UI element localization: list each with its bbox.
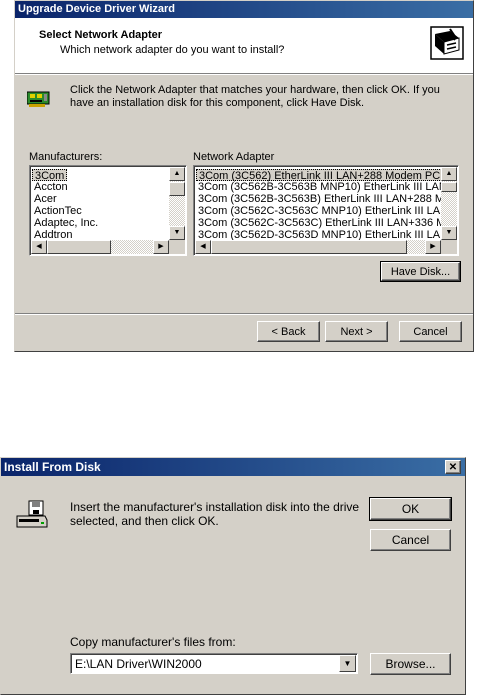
list-item[interactable]: Accton — [32, 181, 98, 193]
manufacturers-listbox[interactable]: 3Com Accton Acer ActionTec Adaptec, Inc.… — [29, 165, 187, 256]
list-item[interactable]: 3Com (3C562) EtherLink III LAN+288 Modem… — [196, 169, 441, 182]
disk-cancel-button[interactable]: Cancel — [370, 529, 451, 551]
scroll-right-icon[interactable]: ▶ — [425, 240, 441, 254]
list-item[interactable]: 3Com (3C562C-3C563C MNP10) EtherLink III… — [196, 205, 441, 217]
list-item[interactable]: 3Com (3C562C-3C563C) EtherLink III LAN+3… — [196, 217, 441, 229]
disk-dialog-titlebar[interactable]: Install From Disk — [1, 458, 465, 476]
list-item[interactable]: ActionTec — [32, 205, 98, 217]
wizard-header-subtitle: Which network adapter do you want to ins… — [60, 44, 285, 56]
scroll-corner — [169, 240, 185, 254]
manufacturers-label: Manufacturers: — [29, 151, 103, 163]
network-adapter-listbox[interactable]: 3Com (3C562) EtherLink III LAN+288 Modem… — [193, 165, 459, 256]
source-path-combobox[interactable]: E:\LAN Driver\WIN2000 ▼ — [70, 653, 358, 674]
browse-button[interactable]: Browse... — [370, 653, 451, 675]
scroll-thumb[interactable] — [211, 240, 407, 254]
scroll-right-icon[interactable]: ▶ — [153, 240, 169, 254]
scroll-down-icon[interactable]: ▼ — [169, 226, 185, 240]
disk-drive-icon — [16, 500, 48, 528]
header-divider — [15, 73, 473, 75]
back-button[interactable]: < Back — [257, 321, 320, 342]
cancel-button[interactable]: Cancel — [399, 321, 462, 342]
disk-dialog-message: Insert the manufacturer's installation d… — [70, 500, 360, 528]
wizard-instruction: Click the Network Adapter that matches y… — [70, 84, 440, 109]
next-button[interactable]: Next > — [325, 321, 388, 342]
manufacturers-hscrollbar[interactable]: ◀ ▶ — [31, 240, 169, 254]
scroll-thumb[interactable] — [441, 182, 457, 192]
wizard-titlebar[interactable]: Upgrade Device Driver Wizard — [15, 1, 473, 18]
wizard-header: Select Network Adapter Which network ada… — [15, 18, 473, 73]
scroll-up-icon[interactable]: ▲ — [169, 167, 185, 181]
scroll-down-icon[interactable]: ▼ — [441, 226, 457, 240]
close-icon[interactable]: ✕ — [445, 460, 461, 474]
source-path-value[interactable]: E:\LAN Driver\WIN2000 — [75, 657, 202, 671]
list-item[interactable]: 3Com (3C562B-3C563B MNP10) EtherLink III… — [196, 181, 441, 193]
have-disk-button[interactable]: Have Disk... — [380, 261, 461, 282]
ok-button[interactable]: OK — [369, 497, 452, 521]
chevron-down-icon[interactable]: ▼ — [339, 655, 356, 672]
network-card-icon — [27, 91, 50, 107]
scroll-thumb[interactable] — [169, 182, 185, 196]
list-item[interactable]: 3Com (3C562B-3C563B) EtherLink III LAN+2… — [196, 193, 441, 205]
list-item[interactable]: 3Com — [32, 169, 68, 182]
manufacturers-vscrollbar[interactable]: ▲ ▼ — [169, 167, 185, 240]
adapters-hscrollbar[interactable]: ◀ ▶ — [195, 240, 441, 254]
scroll-thumb[interactable] — [47, 240, 111, 254]
upgrade-driver-wizard-window: Upgrade Device Driver Wizard Select Netw… — [14, 0, 474, 352]
scroll-left-icon[interactable]: ◀ — [195, 240, 211, 254]
footer-divider — [15, 313, 473, 315]
list-item[interactable]: Acer — [32, 193, 98, 205]
copy-files-label: Copy manufacturer's files from: — [70, 635, 236, 649]
wizard-header-title: Select Network Adapter — [39, 29, 163, 41]
adapters-vscrollbar[interactable]: ▲ ▼ — [441, 167, 457, 240]
network-adapter-label: Network Adapter — [193, 151, 275, 163]
list-item[interactable]: Adaptec, Inc. — [32, 217, 98, 229]
scroll-corner — [441, 240, 457, 254]
scroll-left-icon[interactable]: ◀ — [31, 240, 47, 254]
install-from-disk-dialog: Install From Disk ✕ Insert the manufactu… — [0, 457, 466, 695]
hardware-wizard-icon — [430, 26, 464, 60]
scroll-up-icon[interactable]: ▲ — [441, 167, 457, 181]
